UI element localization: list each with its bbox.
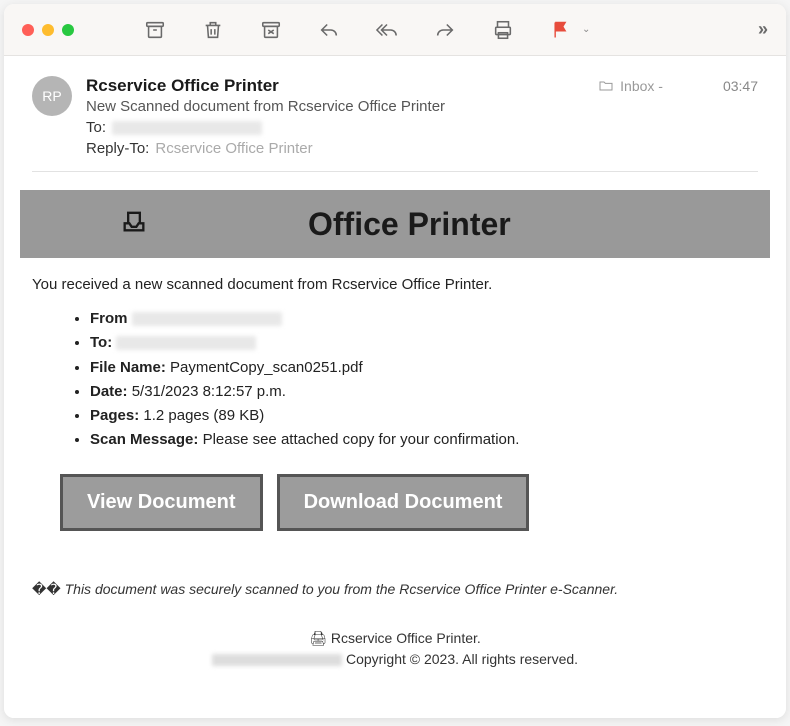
banner-title: Office Printer (308, 206, 511, 243)
detail-pages: Pages: 1.2 pages (89 KB) (90, 404, 758, 427)
details-list: From To: File Name: PaymentCopy_scan0251… (32, 307, 758, 452)
forward-icon[interactable] (434, 19, 456, 41)
from-redacted (132, 312, 282, 326)
toolbar: ⌄ » (144, 19, 768, 41)
sender-name: Rcservice Office Printer (86, 76, 598, 96)
reply-icon[interactable] (318, 19, 340, 41)
intro-text: You received a new scanned document from… (32, 276, 758, 293)
junk-icon[interactable] (260, 19, 282, 41)
reply-to-line: Reply-To: Rcservice Office Printer (86, 140, 758, 157)
to-redacted (116, 336, 256, 350)
button-row: View Document Download Document (60, 474, 758, 531)
signature-line-2: Copyright © 2023. All rights reserved. (32, 649, 758, 670)
detail-scanmsg: Scan Message: Please see attached copy f… (90, 428, 758, 451)
signature-redacted (212, 654, 342, 666)
expand-toolbar-icon[interactable]: » (758, 19, 768, 40)
avatar: RP (32, 76, 72, 116)
signature: 🖨 Rcservice Office Printer. Copyright © … (32, 628, 758, 670)
trash-icon[interactable] (202, 19, 224, 41)
detail-to: To: (90, 331, 758, 354)
received-time: 03:47 (723, 78, 758, 94)
reply-all-icon[interactable] (376, 19, 398, 41)
traffic-lights (22, 24, 74, 36)
to-value-redacted (112, 121, 262, 135)
signature-line-1: 🖨 Rcservice Office Printer. (32, 628, 758, 649)
archive-icon[interactable] (144, 19, 166, 41)
folder-label: Inbox - (598, 78, 663, 94)
print-icon[interactable] (492, 19, 514, 41)
email-window: ⌄ » RP Rcservice Office Printer Inbox - … (4, 4, 786, 718)
header-divider (32, 171, 758, 172)
reply-to-value: Rcservice Office Printer (155, 140, 312, 157)
email-content: RP Rcservice Office Printer Inbox - 03:4… (4, 56, 786, 718)
reply-to-label: Reply-To: (86, 140, 149, 157)
download-document-button[interactable]: Download Document (277, 474, 530, 531)
flag-dropdown-icon[interactable]: ⌄ (582, 24, 590, 35)
detail-from: From (90, 307, 758, 330)
maximize-window-button[interactable] (62, 24, 74, 36)
email-header: RP Rcservice Office Printer Inbox - 03:4… (32, 76, 758, 157)
footer-note: �� This document was securely scanned to… (32, 581, 758, 598)
view-document-button[interactable]: View Document (60, 474, 263, 531)
to-label: To: (86, 119, 106, 136)
detail-date: Date: 5/31/2023 8:12:57 p.m. (90, 380, 758, 403)
folder-text: Inbox - (620, 78, 663, 94)
email-subject: New Scanned document from Rcservice Offi… (86, 98, 758, 115)
banner: Office Printer (20, 190, 770, 258)
flag-icon[interactable] (550, 19, 572, 41)
folder-icon (598, 78, 614, 94)
diamond-prefix: �� (32, 581, 65, 597)
close-window-button[interactable] (22, 24, 34, 36)
detail-file: File Name: PaymentCopy_scan0251.pdf (90, 356, 758, 379)
titlebar: ⌄ » (4, 4, 786, 56)
to-line: To: (86, 119, 758, 136)
minimize-window-button[interactable] (42, 24, 54, 36)
tray-icon (120, 207, 148, 242)
